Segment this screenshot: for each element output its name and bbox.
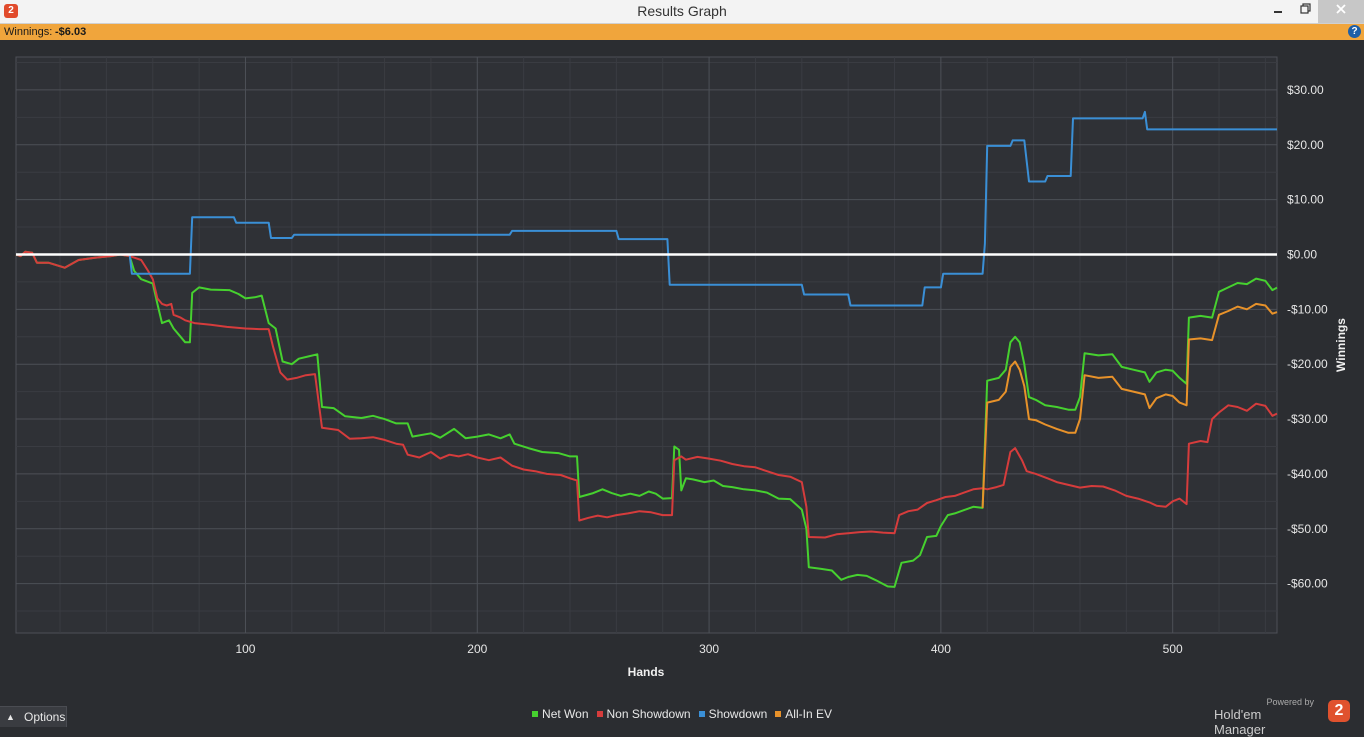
holdem-manager-logo-icon: 2 xyxy=(1328,700,1350,722)
results-graph-chart: 100 200 300 400 500 $30.00 $20.00 $10.00 $0.00 -$… xyxy=(15,56,1348,679)
close-icon xyxy=(1336,4,1346,14)
x-tick-label: 500 xyxy=(1163,642,1183,656)
legend-item[interactable]: Non Showdown xyxy=(596,707,691,721)
product-name: Hold'em Manager xyxy=(1214,707,1266,737)
legend-label: Non Showdown xyxy=(606,707,691,721)
y-tick-label: $30.00 xyxy=(1287,83,1324,97)
y-tick-label: -$10.00 xyxy=(1287,302,1328,316)
y-tick-label: -$40.00 xyxy=(1287,467,1328,481)
powered-by-text: Powered by xyxy=(1266,697,1314,707)
y-tick-label: $10.00 xyxy=(1287,193,1324,207)
help-icon[interactable]: ? xyxy=(1348,25,1361,38)
legend-label: Showdown xyxy=(708,707,768,721)
legend-label: All-In EV xyxy=(785,707,832,721)
legend-item[interactable]: All-In EV xyxy=(775,707,832,721)
plot-area: 100 200 300 400 500 $30.00 $20.00 $10.00 $0.00 -$… xyxy=(15,56,1328,656)
y-tick-label: -$50.00 xyxy=(1287,522,1328,536)
x-tick-label: 400 xyxy=(931,642,951,656)
x-tick-label: 200 xyxy=(467,642,487,656)
legend-swatch xyxy=(532,711,539,717)
winnings-bar: Winnings: -$6.03 ? xyxy=(0,24,1364,40)
y-axis-label: Winnings xyxy=(1334,318,1348,372)
minimize-icon xyxy=(1274,11,1282,13)
legend-label: Net Won xyxy=(542,707,589,721)
legend-swatch xyxy=(698,711,705,717)
plot-background xyxy=(15,56,1278,634)
chart-legend: Net Won Non Showdown Showdown All-In EV xyxy=(0,707,1364,721)
x-axis-label: Hands xyxy=(628,665,665,679)
window-title: Results Graph xyxy=(637,3,727,19)
y-tick-label: -$20.00 xyxy=(1287,357,1328,371)
y-tick-label: $0.00 xyxy=(1287,247,1317,261)
restore-icon xyxy=(1300,3,1311,14)
close-button[interactable] xyxy=(1318,0,1364,23)
y-tick-label: $20.00 xyxy=(1287,138,1324,152)
branding: Powered by Hold'em Manager 2 xyxy=(1214,696,1354,737)
y-tick-label: -$60.00 xyxy=(1287,577,1328,591)
title-bar: 2 Results Graph xyxy=(0,0,1364,24)
y-tick-label: -$30.00 xyxy=(1287,412,1328,426)
legend-swatch xyxy=(775,711,782,717)
winnings-label: Winnings: xyxy=(4,26,53,38)
legend-item[interactable]: Showdown xyxy=(698,707,768,721)
x-tick-label: 100 xyxy=(235,642,255,656)
legend-item[interactable]: Net Won xyxy=(532,707,589,721)
x-tick-label: 300 xyxy=(699,642,719,656)
legend-swatch xyxy=(596,711,603,717)
winnings-value: -$6.03 xyxy=(55,26,87,38)
